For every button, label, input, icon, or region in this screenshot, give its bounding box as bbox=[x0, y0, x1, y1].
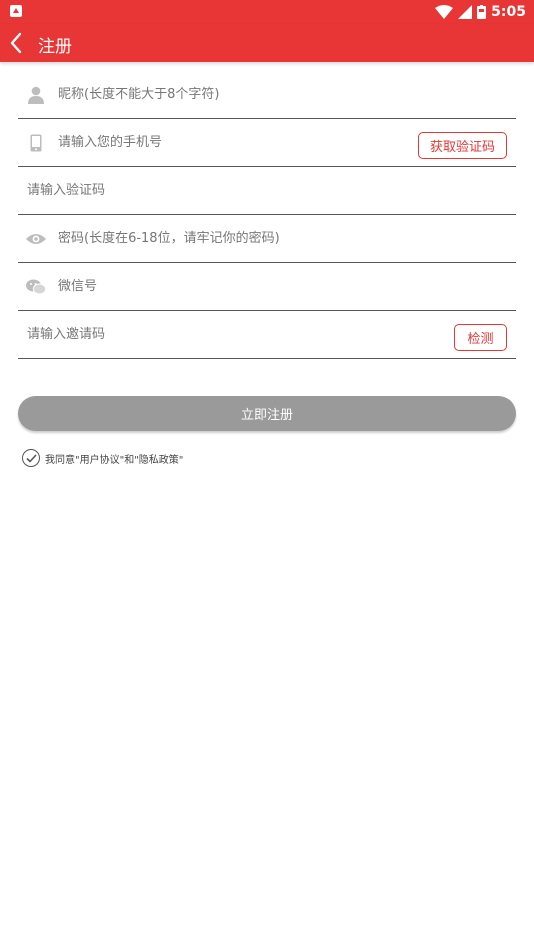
notification-icon bbox=[10, 5, 22, 17]
nickname-row bbox=[18, 71, 516, 119]
agreement-text[interactable]: 我同意"用户协议"和"隐私政策" bbox=[45, 451, 183, 466]
signal-icon bbox=[458, 5, 473, 19]
phone-row: 获取验证码 bbox=[18, 119, 516, 167]
agree-checkbox[interactable] bbox=[22, 449, 40, 467]
code-row bbox=[18, 167, 516, 215]
wifi-icon bbox=[435, 5, 454, 19]
register-button[interactable]: 立即注册 bbox=[18, 396, 516, 431]
back-button[interactable] bbox=[6, 30, 30, 56]
battery-icon bbox=[477, 5, 487, 19]
wechat-icon bbox=[18, 279, 54, 295]
verification-code-input[interactable] bbox=[18, 175, 516, 206]
status-bar: 5:05 bbox=[0, 0, 534, 24]
check-invite-button[interactable]: 检测 bbox=[454, 324, 507, 351]
check-icon bbox=[25, 453, 37, 463]
person-icon bbox=[18, 86, 54, 104]
invite-code-input[interactable] bbox=[18, 319, 516, 350]
password-input[interactable] bbox=[54, 223, 516, 254]
agreement: 我同意"用户协议"和"隐私政策" bbox=[22, 449, 183, 467]
phone-icon bbox=[18, 134, 54, 152]
chevron-left-icon bbox=[10, 32, 22, 54]
nickname-input[interactable] bbox=[54, 79, 516, 110]
invite-row: 检测 bbox=[18, 311, 516, 359]
app-bar: 注册 bbox=[0, 24, 534, 62]
eye-icon bbox=[18, 232, 54, 246]
page-title: 注册 bbox=[38, 37, 72, 57]
password-row bbox=[18, 215, 516, 263]
wechat-input[interactable] bbox=[54, 271, 516, 302]
get-code-button[interactable]: 获取验证码 bbox=[418, 132, 507, 159]
clock: 5:05 bbox=[491, 4, 526, 20]
wechat-row bbox=[18, 263, 516, 311]
